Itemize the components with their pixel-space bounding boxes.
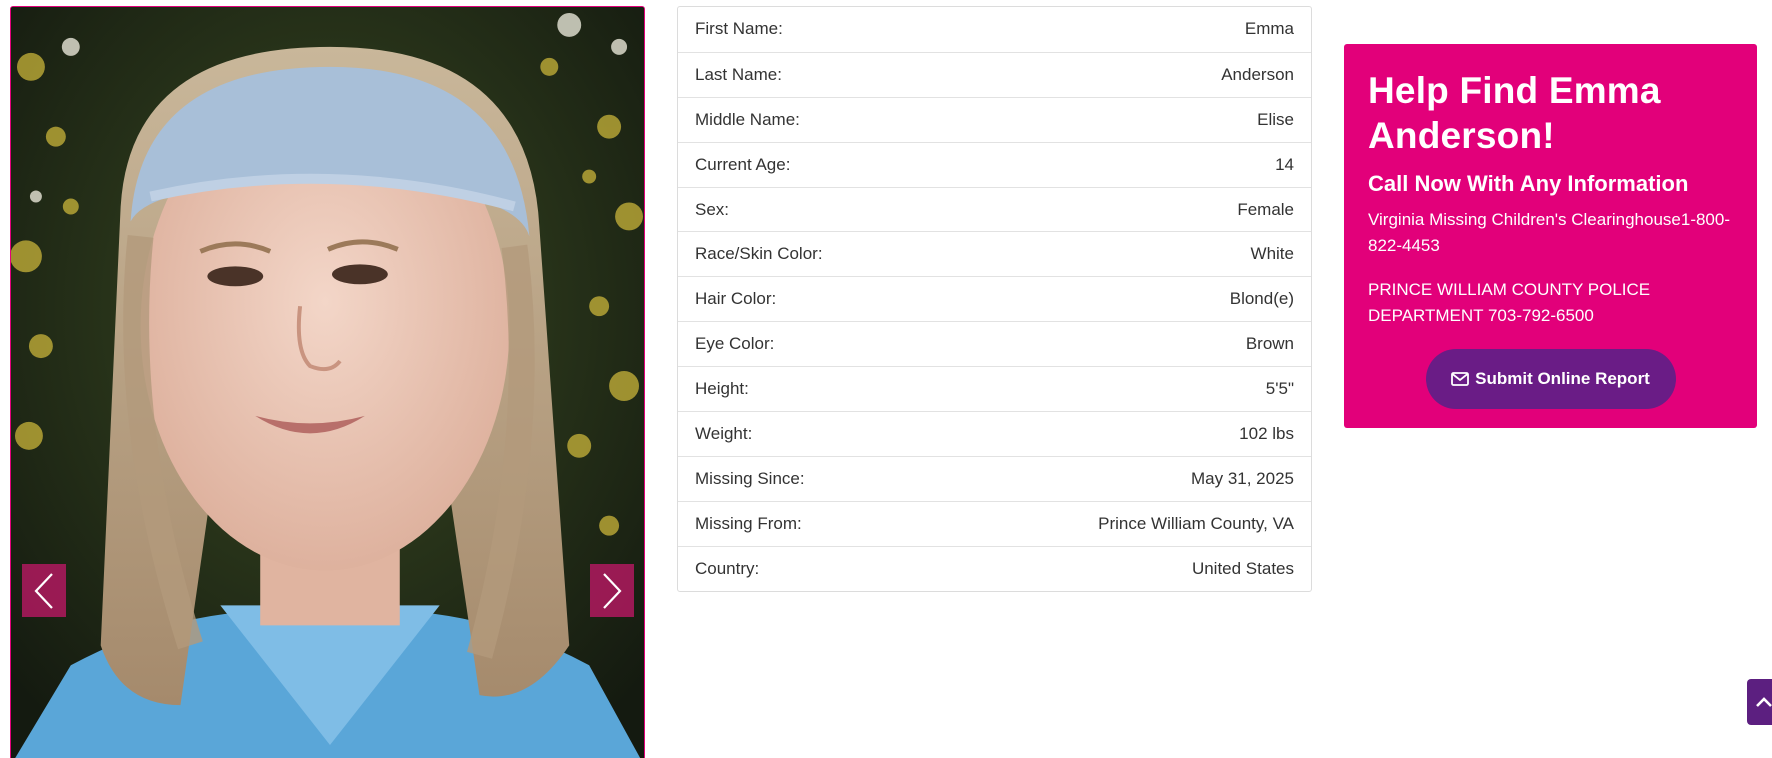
carousel-next-button[interactable] [590, 564, 634, 617]
chevron-right-icon [603, 572, 622, 609]
submit-report-button[interactable]: Submit Online Report [1425, 349, 1676, 409]
detail-label: Race/Skin Color: [695, 244, 823, 264]
detail-label: Current Age: [695, 154, 791, 174]
submit-report-label: Submit Online Report [1475, 369, 1650, 388]
carousel-prev-button[interactable] [22, 564, 66, 617]
detail-label: Missing From: [695, 513, 802, 533]
detail-row-missing-from: Missing From: Prince William County, VA [678, 500, 1311, 546]
help-subtitle: Call Now With Any Information [1368, 171, 1689, 196]
detail-value: Blond(e) [1229, 289, 1294, 309]
person-details-table: First Name: Emma Last Name: Anderson Mid… [677, 6, 1312, 592]
chevron-left-icon [34, 572, 53, 609]
detail-row-first-name: First Name: Emma [678, 7, 1311, 52]
detail-value: United States [1191, 558, 1294, 578]
detail-value: 14 [1275, 154, 1294, 174]
chevron-up-icon [1756, 697, 1772, 707]
detail-row-weight: Weight: 102 lbs [678, 411, 1311, 456]
detail-value: 5'5" [1265, 379, 1294, 399]
detail-label: Height: [695, 379, 749, 399]
detail-label: Last Name: [695, 64, 782, 84]
police-contact: PRINCE WILLIAM COUNTY POLICE DEPARTMENT … [1368, 280, 1651, 325]
detail-row-race: Race/Skin Color: White [678, 231, 1311, 276]
detail-row-height: Height: 5'5" [678, 366, 1311, 411]
detail-row-missing-since: Missing Since: May 31, 2025 [678, 455, 1311, 501]
detail-row-sex: Sex: Female [678, 186, 1311, 232]
detail-value: Brown [1245, 334, 1294, 354]
detail-row-country: Country: United States [678, 545, 1311, 591]
photo-carousel [10, 6, 645, 758]
detail-row-eye-color: Eye Color: Brown [678, 321, 1311, 366]
detail-label: Eye Color: [695, 334, 775, 354]
help-find-panel: Help Find Emma Anderson! Call Now With A… [1344, 44, 1757, 428]
detail-label: Middle Name: [695, 109, 800, 129]
back-to-top-button[interactable] [1747, 679, 1772, 725]
detail-label: First Name: [695, 19, 783, 39]
detail-value: Anderson [1221, 64, 1294, 84]
detail-row-middle-name: Middle Name: Elise [678, 96, 1311, 142]
detail-value: May 31, 2025 [1190, 468, 1294, 488]
detail-label: Missing Since: [695, 468, 805, 488]
detail-value: Prince William County, VA [1098, 513, 1294, 533]
detail-row-hair-color: Hair Color: Blond(e) [678, 276, 1311, 321]
detail-label: Weight: [695, 423, 753, 443]
detail-value: Emma [1244, 19, 1294, 39]
detail-row-current-age: Current Age: 14 [678, 141, 1311, 187]
clearinghouse-contact: Virginia Missing Children's Clearinghous… [1368, 210, 1731, 255]
help-title: Help Find Emma Anderson! [1368, 70, 1661, 156]
detail-value: Elise [1257, 109, 1294, 129]
detail-row-last-name: Last Name: Anderson [678, 51, 1311, 97]
detail-label: Country: [695, 558, 760, 578]
detail-value: White [1250, 244, 1294, 264]
detail-value: Female [1237, 199, 1294, 219]
detail-label: Hair Color: [695, 289, 777, 309]
envelope-icon [1451, 372, 1470, 386]
detail-label: Sex: [695, 199, 730, 219]
missing-person-photo [11, 7, 644, 758]
detail-value: 102 lbs [1239, 423, 1294, 443]
